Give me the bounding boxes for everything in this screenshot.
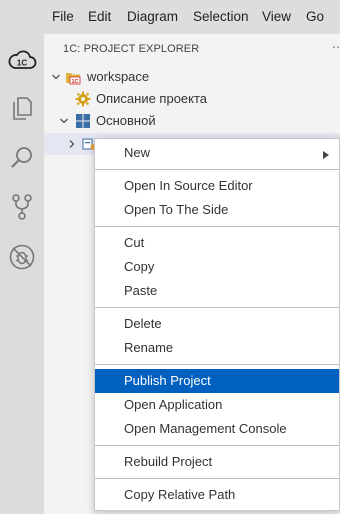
menu-item-paste[interactable]: Paste — [95, 279, 339, 303]
menu-item-open-to-the-side[interactable]: Open To The Side — [95, 198, 339, 222]
menu-diagram[interactable]: Diagram — [127, 9, 178, 24]
tree-item-workspace[interactable]: 1C workspace — [44, 66, 340, 88]
module-grid-icon — [75, 113, 91, 129]
menu-selection[interactable]: Selection — [193, 9, 249, 24]
menu-view[interactable]: View — [262, 9, 291, 24]
explorer-title: 1C: PROJECT EXPLORER — [63, 43, 200, 55]
menu-item-open-in-source-editor[interactable]: Open In Source Editor — [95, 174, 339, 198]
files-icon[interactable] — [6, 92, 38, 124]
menu-separator — [95, 478, 339, 479]
menu-item-cut[interactable]: Cut — [95, 231, 339, 255]
menu-item-publish-project[interactable]: Publish Project — [95, 369, 339, 393]
source-control-icon[interactable] — [6, 191, 38, 223]
menu-separator — [95, 445, 339, 446]
tree-item-main[interactable]: Основной — [44, 110, 340, 132]
activity-bar: 1C — [0, 34, 44, 514]
tree-item-label: workspace — [87, 69, 150, 84]
svg-text:1C: 1C — [17, 59, 27, 68]
chevron-down-icon[interactable] — [50, 71, 62, 83]
more-actions-icon[interactable]: ⋯ — [332, 40, 340, 54]
menu-edit[interactable]: Edit — [88, 9, 111, 24]
tree-item-label: Основной — [96, 113, 156, 128]
menu-item-open-management-console[interactable]: Open Management Console — [95, 417, 339, 441]
menu-item-rebuild-project[interactable]: Rebuild Project — [95, 450, 339, 474]
menu-bar: File Edit Diagram Selection View Go — [0, 0, 340, 34]
menu-item-new[interactable]: New — [95, 141, 339, 165]
menu-item-copy[interactable]: Copy — [95, 255, 339, 279]
debug-icon[interactable] — [6, 241, 38, 273]
search-icon[interactable] — [6, 142, 38, 174]
menu-go[interactable]: Go — [306, 9, 324, 24]
tree-item-project-description[interactable]: Описание проекта — [44, 88, 340, 110]
cloud-1c-icon[interactable]: 1C — [6, 44, 38, 76]
chevron-right-icon[interactable] — [66, 138, 78, 150]
menu-item-rename[interactable]: Rename — [95, 336, 339, 360]
menu-separator — [95, 226, 339, 227]
menu-separator — [95, 364, 339, 365]
tree-item-label: Описание проекта — [96, 91, 208, 106]
menu-item-delete[interactable]: Delete — [95, 312, 339, 336]
menu-file[interactable]: File — [52, 9, 74, 24]
menu-item-open-application[interactable]: Open Application — [95, 393, 339, 417]
svg-text:1C: 1C — [71, 79, 78, 85]
menu-separator — [95, 169, 339, 170]
chevron-down-icon[interactable] — [58, 115, 70, 127]
chevron-right-icon — [323, 147, 329, 162]
context-menu: New Open In Source Editor Open To The Si… — [94, 138, 340, 511]
menu-separator — [95, 307, 339, 308]
gear-icon — [75, 91, 91, 107]
workspace-1c-icon: 1C — [65, 69, 81, 85]
menu-item-copy-relative-path[interactable]: Copy Relative Path — [95, 483, 339, 507]
